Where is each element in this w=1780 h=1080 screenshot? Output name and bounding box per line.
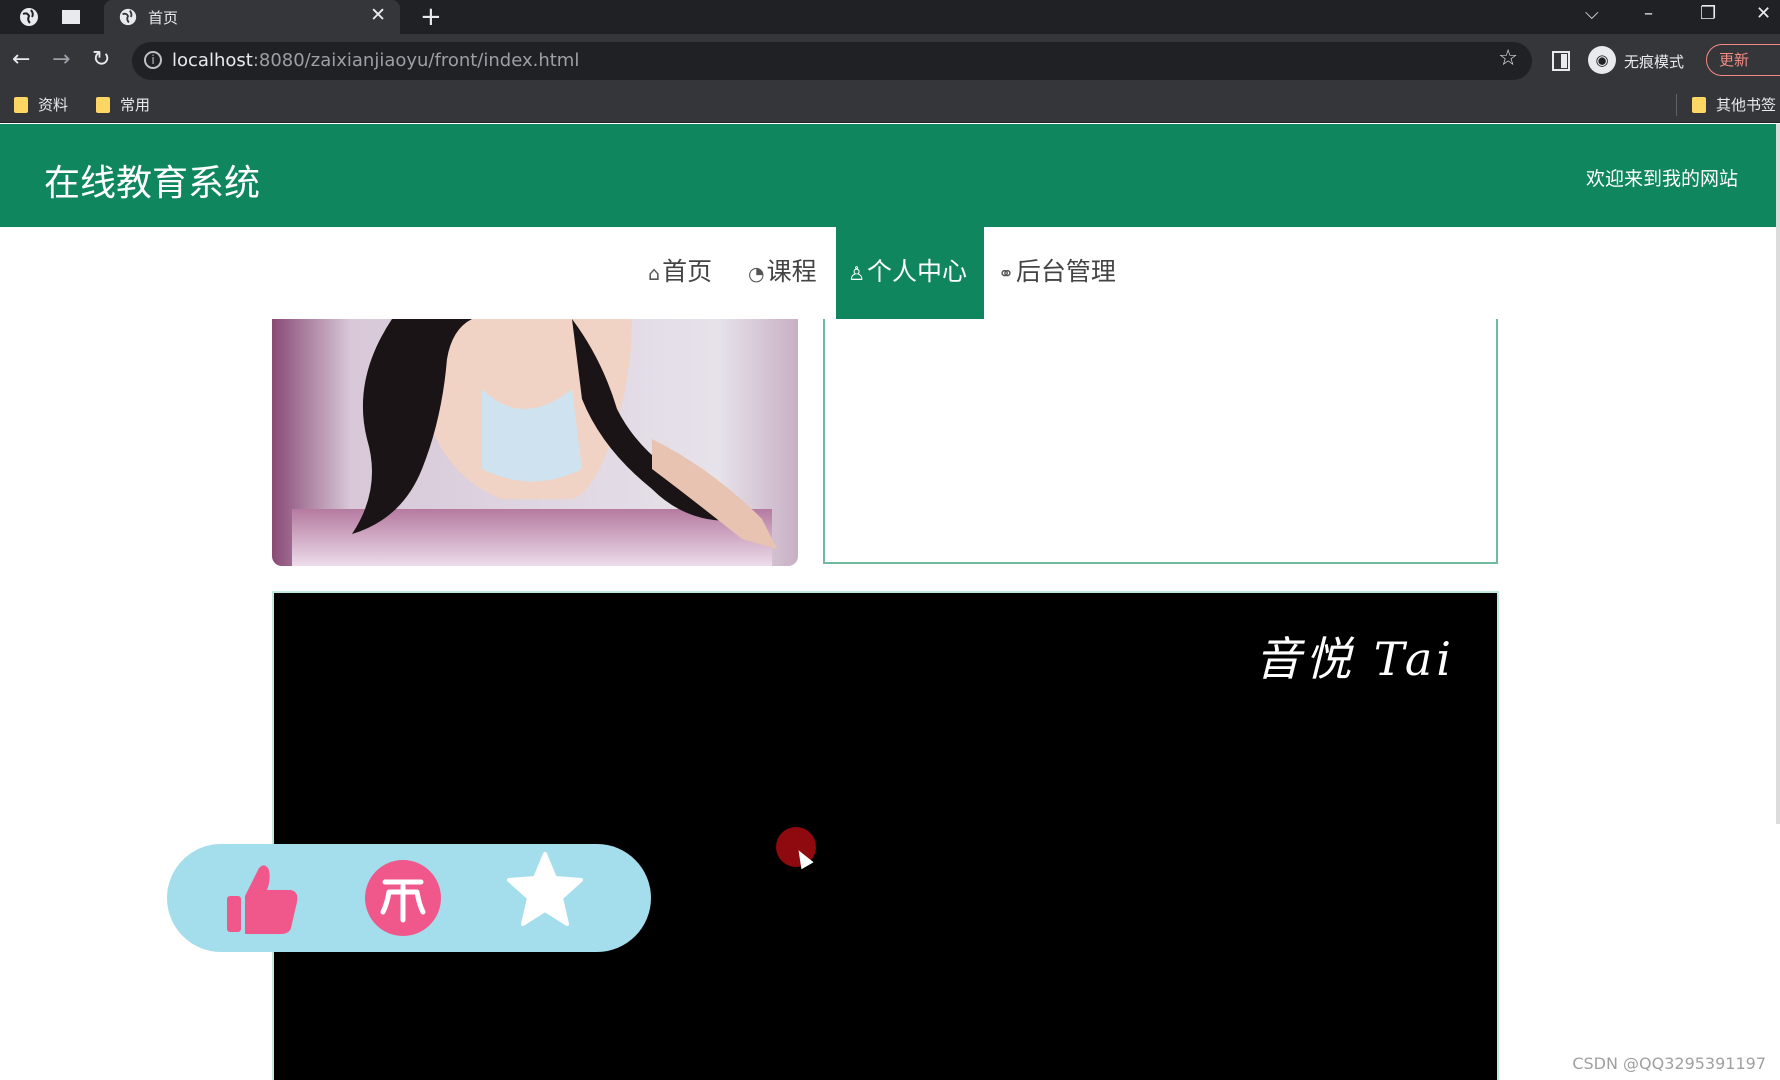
bookmark-folder-ziliao[interactable]: 资料 xyxy=(14,94,68,115)
profile-info-panel xyxy=(823,319,1498,564)
side-panel-icon[interactable] xyxy=(1552,51,1570,71)
bookmark-folder-changyong[interactable]: 常用 xyxy=(96,94,150,115)
bookmark-separator xyxy=(1676,94,1677,116)
star-icon[interactable] xyxy=(505,850,585,930)
welcome-text: 欢迎来到我的网站 xyxy=(1585,168,1738,190)
star-icon[interactable]: ☆ xyxy=(1498,46,1518,71)
scrollbar[interactable] xyxy=(1776,124,1780,824)
dashboard-icon: ◔ xyxy=(748,263,765,285)
bookmarks-bar: 资料 常用 其他书签 xyxy=(0,88,1780,123)
home-icon: ⌂ xyxy=(648,263,661,285)
action-bar xyxy=(167,844,651,952)
close-window-icon[interactable]: ✕ xyxy=(1756,3,1771,24)
link-icon: ⚭ xyxy=(998,263,1014,285)
nav-item-personal-center[interactable]: ♙个人中心 xyxy=(836,227,984,319)
tab-search-icon[interactable]: ⌵ xyxy=(1585,3,1599,24)
incognito-icon[interactable]: ◉ xyxy=(1588,46,1616,74)
restore-icon[interactable]: ❐ xyxy=(1700,3,1716,24)
other-bookmarks[interactable]: 其他书签 xyxy=(1692,94,1776,115)
url-text: localhost:8080/zaixianjiaoyu/front/index… xyxy=(172,50,580,71)
nav-item-home[interactable]: ⌂首页 xyxy=(648,227,724,319)
folder-icon xyxy=(96,97,110,113)
tab-strip-icon[interactable] xyxy=(60,6,82,28)
update-button[interactable]: 更新 xyxy=(1706,44,1780,76)
csdn-credit: CSDN @QQ3295391197 xyxy=(1572,1054,1766,1073)
photo-image xyxy=(272,319,798,566)
browser-tab-bar: 首页 ✕ + ⌵ – ❐ ✕ xyxy=(0,0,1780,34)
back-icon[interactable]: ← xyxy=(12,48,30,72)
nav-item-admin[interactable]: ⚭后台管理 xyxy=(998,227,1128,319)
globe-icon[interactable] xyxy=(18,6,40,28)
new-tab-icon[interactable]: + xyxy=(420,2,442,32)
url-input[interactable]: i localhost:8080/zaixianjiaoyu/front/ind… xyxy=(132,42,1532,80)
main-nav: ⌂首页 ◔课程 ♙个人中心 ⚭后台管理 xyxy=(0,227,1776,319)
forward-icon[interactable]: → xyxy=(52,48,70,72)
minimize-icon[interactable]: – xyxy=(1644,3,1653,24)
nav-item-courses[interactable]: ◔课程 xyxy=(748,227,824,319)
site-header: 在线教育系统 欢迎来到我的网站 xyxy=(0,124,1776,227)
close-icon[interactable]: ✕ xyxy=(370,4,386,26)
reload-icon[interactable]: ↻ xyxy=(92,48,110,72)
video-watermark: 音悦 Tai xyxy=(1255,632,1455,686)
active-tab[interactable]: 首页 ✕ xyxy=(104,0,400,34)
info-icon[interactable]: i xyxy=(144,51,162,69)
thumbs-up-icon[interactable] xyxy=(221,858,301,938)
globe-icon xyxy=(119,8,137,26)
folder-icon xyxy=(14,97,28,113)
folder-icon xyxy=(1692,97,1706,113)
tab-title: 首页 xyxy=(148,9,179,27)
incognito-label: 无痕模式 xyxy=(1624,53,1685,71)
user-icon: ♙ xyxy=(848,263,866,285)
address-toolbar: ← → ↻ i localhost:8080/zaixianjiaoyu/fro… xyxy=(0,34,1780,88)
profile-photo xyxy=(272,319,798,566)
site-title: 在线教育系统 xyxy=(44,163,261,204)
coin-icon[interactable] xyxy=(363,858,443,938)
video-player[interactable]: 音悦 Tai xyxy=(272,591,1499,1080)
